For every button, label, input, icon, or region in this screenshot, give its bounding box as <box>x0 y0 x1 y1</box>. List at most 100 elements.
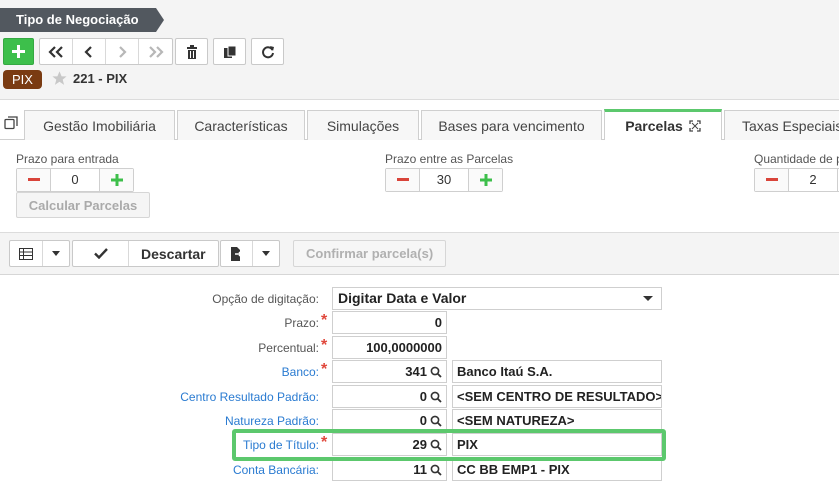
refresh-button[interactable] <box>251 38 284 65</box>
grid-view-dropdown <box>9 240 70 267</box>
required-asterisk: * <box>321 337 328 354</box>
first-record-button[interactable] <box>40 39 73 64</box>
chevron-left-icon <box>84 45 92 58</box>
tab-simulacoes[interactable]: Simulações <box>307 110 419 140</box>
banco-code-input[interactable]: 341 <box>332 360 447 383</box>
confirm-installments-button[interactable]: Confirmar parcela(s) <box>293 240 447 267</box>
increment-button[interactable] <box>100 169 133 191</box>
tab-bar: Gestão Imobiliária Características Simul… <box>0 108 839 140</box>
duplicate-button[interactable] <box>213 38 246 65</box>
grid-view-caret-button[interactable] <box>43 241 69 266</box>
quantidade-stepper: 2 <box>754 168 839 192</box>
caret-down-icon <box>52 251 60 256</box>
favorite-star-icon[interactable] <box>51 70 68 90</box>
minus-icon <box>27 178 40 181</box>
percentual-input[interactable]: 100,0000000 <box>332 336 447 359</box>
banco-label[interactable]: Banco: <box>282 365 319 379</box>
prazo-parcelas-value[interactable]: 30 <box>419 169 469 191</box>
centro-row: Centro Resultado Padrão: 0 <SEM CENTRO D… <box>0 385 839 409</box>
centro-label[interactable]: Centro Resultado Padrão: <box>180 390 319 404</box>
check-icon <box>93 248 108 259</box>
tab-caracteristicas[interactable]: Características <box>177 110 305 140</box>
double-chevron-left-icon <box>48 45 63 58</box>
conta-description: CC BB EMP1 - PIX <box>452 458 662 481</box>
prazo-entrada-value[interactable]: 0 <box>50 169 100 191</box>
delete-button[interactable] <box>175 38 208 65</box>
chevron-right-icon <box>119 45 127 58</box>
export-button[interactable] <box>221 241 253 266</box>
prazo-parcelas-stepper: 30 <box>385 168 503 192</box>
prazo-label: Prazo: <box>284 316 319 330</box>
edit-actions-group: Descartar <box>72 240 219 267</box>
search-icon[interactable] <box>430 415 442 427</box>
search-icon[interactable] <box>430 391 442 403</box>
add-button[interactable] <box>3 38 34 65</box>
highlight-box <box>232 429 666 461</box>
caret-down-icon <box>643 296 653 301</box>
trash-icon <box>186 44 197 59</box>
grid-view-button[interactable] <box>10 241 43 266</box>
search-icon[interactable] <box>430 366 442 378</box>
increment-button[interactable] <box>469 169 502 191</box>
natureza-label[interactable]: Natureza Padrão: <box>225 414 319 428</box>
decrement-button[interactable] <box>386 169 419 191</box>
banco-description: Banco Itaú S.A. <box>452 360 662 383</box>
page-title: Tipo de Negociação <box>0 8 164 32</box>
quantidade-label: Quantidade de p <box>754 152 839 166</box>
minus-icon <box>765 178 778 181</box>
tab-bases-vencimento[interactable]: Bases para vencimento <box>421 110 602 140</box>
quantidade-value[interactable]: 2 <box>788 169 838 191</box>
banco-row: Banco: * 341 Banco Itaú S.A. <box>0 360 839 384</box>
decrement-button[interactable] <box>755 169 788 191</box>
record-title: 221 - PIX <box>73 71 128 86</box>
required-asterisk: * <box>321 312 328 329</box>
opcao-label: Opção de digitação: <box>212 292 319 306</box>
export-caret-button[interactable] <box>253 241 279 266</box>
tab-taxas-especiais[interactable]: Taxas Especiais <box>724 110 839 140</box>
conta-row: Conta Bancária: 11 CC BB EMP1 - PIX <box>0 458 839 481</box>
discard-button[interactable]: Descartar <box>129 241 218 266</box>
centro-description: <SEM CENTRO DE RESULTADO> <box>452 385 662 408</box>
previous-record-button[interactable] <box>73 39 106 64</box>
plus-icon <box>479 174 492 186</box>
tab-parcelas[interactable]: Parcelas <box>604 109 722 140</box>
export-dropdown <box>220 240 280 267</box>
copy-icon <box>223 45 236 58</box>
plus-icon <box>110 174 123 186</box>
centro-code-input[interactable]: 0 <box>332 385 447 408</box>
record-type-badge: PIX <box>3 70 42 89</box>
opcao-select[interactable]: Digitar Data e Valor <box>332 287 662 310</box>
required-asterisk: * <box>321 361 328 378</box>
installment-form: Opção de digitação: Digitar Data e Valor… <box>0 276 839 481</box>
prazo-entrada-label: Prazo para entrada <box>16 152 119 166</box>
windows-icon[interactable] <box>4 116 19 134</box>
tab-gestao-imobiliaria[interactable]: Gestão Imobiliária <box>24 110 175 140</box>
add-icon <box>12 45 25 58</box>
caret-down-icon <box>262 251 270 256</box>
percentual-row: Percentual: * 100,0000000 <box>0 336 839 360</box>
conta-label[interactable]: Conta Bancária: <box>233 463 319 477</box>
header: Tipo de Negociação PIX 221 - PIX <box>0 0 839 100</box>
grid-toolbar: Descartar Confirmar parcela(s) <box>0 232 839 275</box>
file-export-icon <box>231 246 242 261</box>
conta-code-input[interactable]: 11 <box>332 458 447 481</box>
next-record-button[interactable] <box>106 39 139 64</box>
decrement-button[interactable] <box>17 169 50 191</box>
last-record-button[interactable] <box>139 39 172 64</box>
prazo-entrada-stepper: 0 <box>16 168 134 192</box>
expand-icon[interactable] <box>689 120 701 132</box>
refresh-icon <box>261 45 274 58</box>
opcao-row: Opção de digitação: Digitar Data e Valor <box>0 287 839 311</box>
prazo-parcelas-label: Prazo entre as Parcelas <box>385 152 514 166</box>
parcelas-settings: Prazo para entrada 0 Prazo entre as Parc… <box>0 141 839 233</box>
calcular-parcelas-button[interactable]: Calcular Parcelas <box>16 192 150 218</box>
navigation-button-group <box>39 38 173 65</box>
prazo-input[interactable]: 0 <box>332 311 447 334</box>
search-icon[interactable] <box>430 464 442 476</box>
table-icon <box>19 247 33 260</box>
prazo-row: Prazo: * 0 <box>0 311 839 335</box>
minus-icon <box>396 178 409 181</box>
double-chevron-right-icon <box>148 45 164 58</box>
confirm-button[interactable] <box>73 241 129 266</box>
percentual-label: Percentual: <box>258 341 319 355</box>
